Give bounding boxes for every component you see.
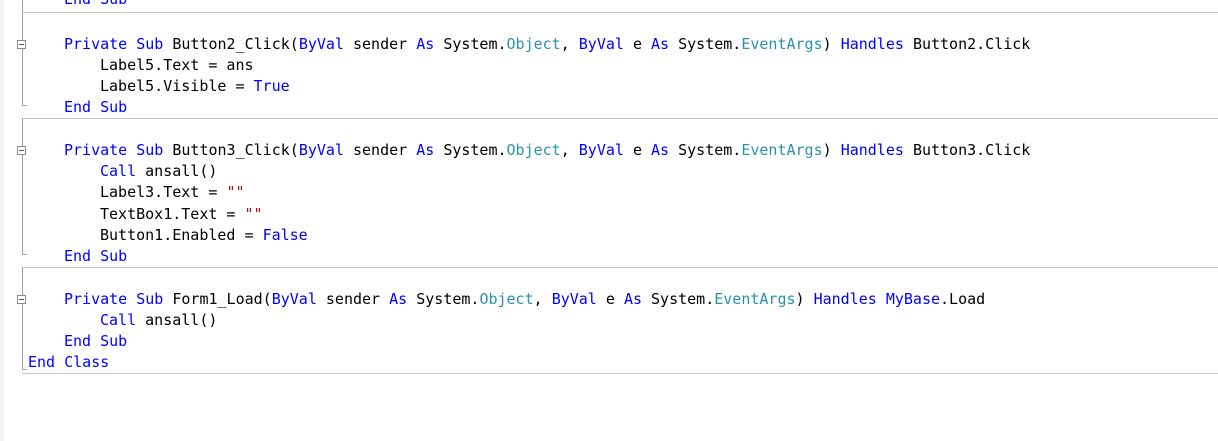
collapse-icon[interactable] [17,40,26,49]
code-line-sub-button3-declaration: Private Sub Button3_Click(ByVal sender A… [64,141,1031,159]
method-separator [22,12,1218,13]
outline-end-marker [22,369,27,370]
outline-end-marker [22,254,27,255]
code-line-call-ansall: Call ansall() [100,311,218,329]
code-line-label5-text: Label5.Text = ans [100,56,254,74]
code-line-button1-enabled: Button1.Enabled = False [100,226,308,244]
code-line-sub-form1-load-declaration: Private Sub Form1_Load(ByVal sender As S… [64,290,986,308]
editor-left-margin [0,0,4,441]
collapse-icon[interactable] [17,295,26,304]
code-line-end-sub: End Sub [64,247,128,265]
keyword-end: End [64,0,91,8]
keyword-sub: Sub [100,0,127,8]
code-line-end-sub-partial: End Sub [64,0,127,10]
outline-end-marker [22,105,27,106]
code-line-end-class: End Class [28,353,110,371]
code-line-end-sub: End Sub [64,98,128,116]
code-line-textbox1-text: TextBox1.Text = "" [100,205,263,223]
code-line-label3-text: Label3.Text = "" [100,183,245,201]
code-editor[interactable]: End Sub Private Sub Button2_Click(ByVal … [0,0,1218,441]
outline-guide [22,267,23,295]
code-line-end-sub: End Sub [64,332,128,350]
collapse-icon[interactable] [17,146,26,155]
code-line-sub-button2-declaration: Private Sub Button2_Click(ByVal sender A… [64,35,1031,53]
method-separator [22,267,1218,268]
outline-guide [22,304,23,369]
outline-guide [22,118,23,146]
outline-guide [22,0,23,40]
code-line-call-ansall: Call ansall() [100,162,218,180]
class-end-separator [22,373,1218,374]
outline-guide [22,49,23,105]
code-line-label5-visible: Label5.Visible = True [100,77,290,95]
outline-guide [22,155,23,254]
method-separator [22,118,1218,119]
